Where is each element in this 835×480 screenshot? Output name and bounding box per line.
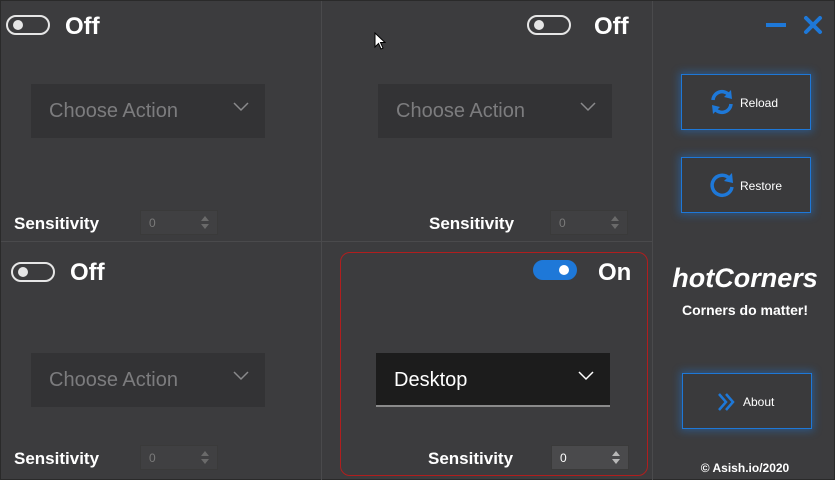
app-window: Off Choose Action Sensitivity 0 Off Choo… xyxy=(0,0,835,480)
bottom-right-state-label: On xyxy=(598,259,632,286)
bottom-left-sensitivity-stepper[interactable]: 0 xyxy=(140,445,218,470)
top-left-sensitivity-value: 0 xyxy=(149,216,156,230)
spin-down-icon[interactable] xyxy=(201,459,209,464)
bottom-left-action-select[interactable]: Choose Action xyxy=(31,353,265,407)
bottom-right-action-value: Desktop xyxy=(394,369,468,391)
divider-vertical-right xyxy=(652,1,653,480)
bottom-left-sensitivity-value: 0 xyxy=(149,451,156,465)
app-brand-title: hotCorners xyxy=(672,263,818,293)
top-left-sensitivity-label: Sensitivity xyxy=(14,214,100,233)
restore-label: Restore xyxy=(740,179,783,193)
bottom-right-action-select[interactable]: Desktop xyxy=(376,353,610,407)
bottom-right-toggle[interactable] xyxy=(533,260,577,280)
reload-button[interactable]: Reload xyxy=(681,74,811,130)
toggle-knob xyxy=(534,20,544,30)
top-right-action-value: Choose Action xyxy=(396,100,525,122)
copyright-text: © Asish.io/2020 xyxy=(700,461,790,475)
chevron-down-icon xyxy=(580,102,596,112)
double-chevron-right-icon xyxy=(718,393,735,411)
spin-down-icon[interactable] xyxy=(201,224,209,229)
spin-up-icon[interactable] xyxy=(201,216,209,221)
top-right-sensitivity-label: Sensitivity xyxy=(429,214,515,233)
bottom-left-sensitivity-label: Sensitivity xyxy=(14,449,100,468)
bottom-left-action-value: Choose Action xyxy=(49,369,178,391)
top-left-state-label: Off xyxy=(65,13,100,40)
top-left-sensitivity-stepper[interactable]: 0 xyxy=(140,210,218,235)
toggle-knob xyxy=(13,20,23,30)
bottom-right-sensitivity-stepper[interactable]: 0 xyxy=(551,445,629,470)
spin-down-icon[interactable] xyxy=(611,224,619,229)
toggle-knob xyxy=(18,267,28,277)
spin-up-icon[interactable] xyxy=(611,216,619,221)
minimize-icon[interactable] xyxy=(766,23,786,27)
restore-button[interactable]: Restore xyxy=(681,157,811,213)
bottom-right-sensitivity-value: 0 xyxy=(560,451,567,465)
chevron-down-icon xyxy=(233,102,249,112)
top-right-action-select[interactable]: Choose Action xyxy=(378,84,612,138)
mouse-cursor-icon xyxy=(374,32,386,50)
top-right-toggle[interactable] xyxy=(527,15,571,35)
app-tagline: Corners do matter! xyxy=(681,302,809,318)
toggle-knob xyxy=(559,265,569,275)
chevron-down-icon xyxy=(233,371,249,381)
bottom-right-sensitivity-label: Sensitivity xyxy=(428,449,514,468)
top-left-action-select[interactable]: Choose Action xyxy=(31,84,265,138)
top-right-sensitivity-value: 0 xyxy=(559,216,566,230)
chevron-down-icon xyxy=(578,371,594,381)
bottom-left-toggle[interactable] xyxy=(11,262,55,282)
top-right-sensitivity-stepper[interactable]: 0 xyxy=(550,210,628,235)
top-right-state-label: Off xyxy=(594,13,629,40)
bottom-left-state-label: Off xyxy=(70,259,105,286)
top-left-toggle[interactable] xyxy=(6,15,50,35)
about-button[interactable]: About xyxy=(682,373,812,429)
close-icon[interactable] xyxy=(803,15,823,35)
divider-horizontal xyxy=(1,241,652,242)
spin-down-icon[interactable] xyxy=(612,459,620,464)
reload-icon xyxy=(711,89,733,115)
top-left-action-value: Choose Action xyxy=(49,100,178,122)
spin-up-icon[interactable] xyxy=(612,451,620,456)
reload-label: Reload xyxy=(740,96,779,110)
restore-icon xyxy=(710,173,734,197)
about-label: About xyxy=(743,395,775,409)
spin-up-icon[interactable] xyxy=(201,451,209,456)
